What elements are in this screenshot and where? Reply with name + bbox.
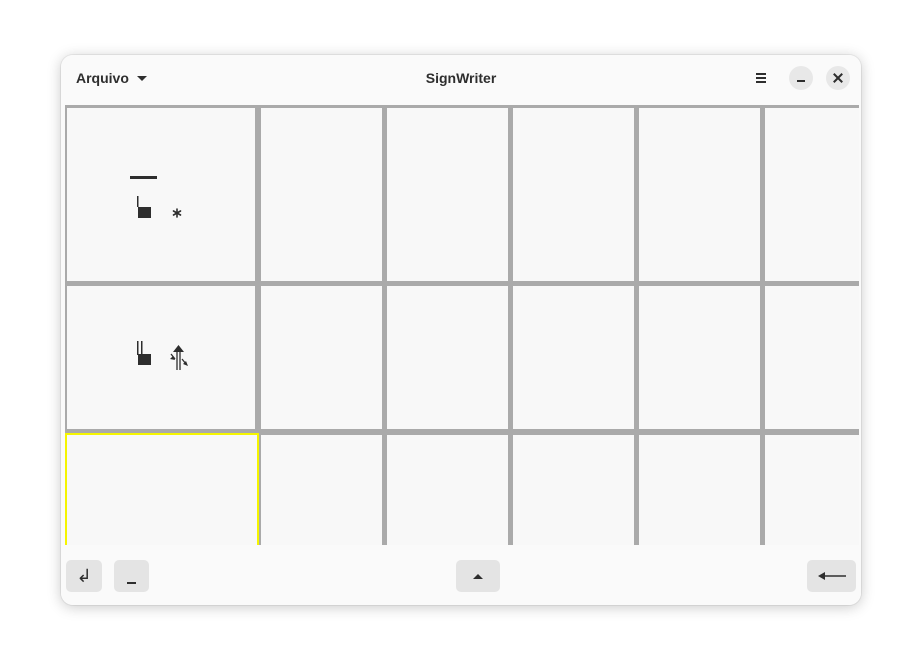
space-button[interactable] — [114, 560, 149, 592]
grid-cell[interactable] — [261, 108, 382, 281]
grid-cell[interactable] — [765, 286, 859, 429]
grid-cell[interactable] — [387, 435, 508, 545]
grid-cell-selected[interactable] — [65, 433, 259, 545]
file-menu-button[interactable]: Arquivo — [69, 64, 154, 92]
grid-cell[interactable] — [67, 286, 255, 429]
grid-cell[interactable] — [513, 108, 634, 281]
grid-cell[interactable] — [513, 435, 634, 545]
grid-cell[interactable] — [513, 286, 634, 429]
return-arrow-icon: ↲ — [76, 565, 92, 587]
sign-grid — [65, 105, 859, 545]
grid-cell[interactable] — [639, 108, 760, 281]
caret-down-icon — [136, 75, 147, 81]
space-icon — [127, 582, 136, 584]
minimize-button[interactable] — [789, 66, 813, 90]
grid-cell[interactable] — [67, 108, 255, 281]
sign-glyph — [130, 176, 182, 218]
grid-cell[interactable] — [261, 286, 382, 429]
up-button[interactable] — [456, 560, 500, 592]
close-button[interactable] — [826, 66, 850, 90]
grid-cell[interactable] — [639, 286, 760, 429]
header-bar: Arquivo SignWriter — [61, 55, 861, 101]
grid-cell[interactable] — [387, 286, 508, 429]
grid-cell[interactable] — [387, 108, 508, 281]
triangle-up-icon — [473, 573, 483, 579]
grid-cell[interactable] — [261, 435, 382, 545]
minimize-icon — [797, 80, 805, 82]
hamburger-icon[interactable] — [749, 67, 773, 89]
close-icon — [833, 73, 843, 83]
app-window: Arquivo SignWriter ↲ — [61, 55, 861, 605]
file-menu-label: Arquivo — [76, 70, 129, 86]
long-left-arrow-icon — [817, 572, 846, 580]
return-button[interactable]: ↲ — [66, 560, 102, 592]
action-bar: ↲ — [61, 545, 861, 605]
window-title: SignWriter — [425, 70, 497, 86]
grid-cell[interactable] — [765, 108, 859, 281]
sign-glyph — [137, 341, 188, 370]
grid-cell[interactable] — [639, 435, 760, 545]
grid-cell[interactable] — [765, 435, 859, 545]
backspace-button[interactable] — [807, 560, 856, 592]
